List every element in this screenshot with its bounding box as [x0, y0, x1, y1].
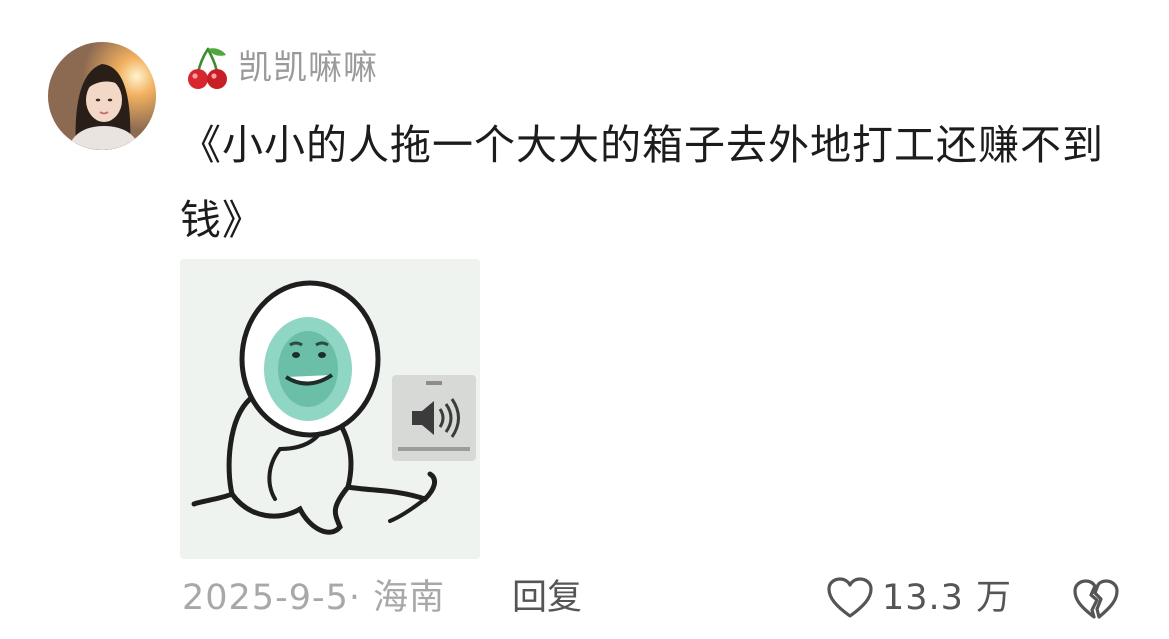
broken-heart-icon[interactable] — [1072, 578, 1120, 622]
username-row[interactable]: 凯凯嘛嘛 — [186, 44, 378, 92]
cherry-icon — [186, 45, 230, 91]
avatar[interactable] — [48, 42, 156, 150]
like-count: 13.3 万 — [882, 578, 1013, 618]
date-location: 2025-9-5· 海南 — [182, 578, 446, 618]
comment-footer: 2025-9-5· 海南 回复 13.3 万 — [0, 568, 1169, 628]
heart-outline-icon[interactable] — [826, 576, 874, 620]
username[interactable]: 凯凯嘛嘛 — [238, 44, 378, 92]
like-button[interactable]: 13.3 万 — [826, 576, 1012, 620]
comment-text: 《小小的人拖一个大大的箱子去外地打工还赚不到钱》 — [180, 121, 1104, 244]
sticker-image[interactable] — [180, 259, 480, 559]
reply-button[interactable]: 回复 — [512, 576, 582, 620]
avatar-image — [48, 42, 156, 150]
